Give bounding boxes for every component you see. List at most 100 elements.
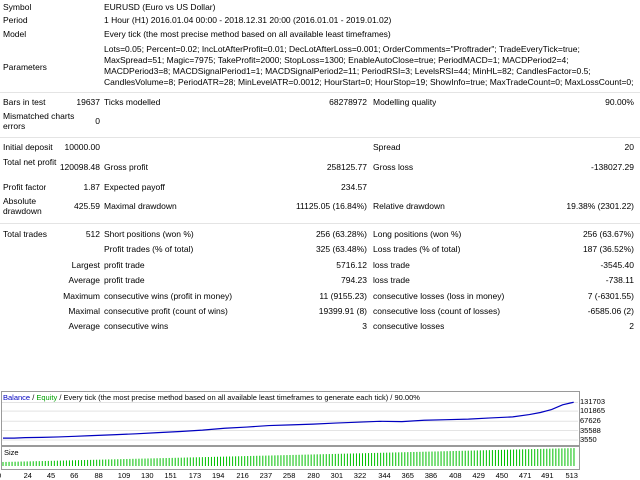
divider [0,92,640,93]
x-tick-label: 491 [541,471,554,480]
x-tick-label: 280 [307,471,320,480]
maximal-row: Maximal consecutive profit (count of win… [0,306,640,317]
period-row: Period 1 Hour (H1) 2016.01.04 00:00 - 20… [0,15,640,26]
x-tick-label: 0 [0,471,1,480]
x-tick-label: 301 [330,471,344,480]
symbol-value: EURUSD (Euro vs US Dollar) [104,2,216,12]
x-tick-label: 88 [94,471,103,480]
x-tick-label: 322 [353,471,367,480]
mq-label: Modelling quality [373,97,437,107]
mq-value: 90.00% [605,97,634,107]
average-loss-value: -738.11 [605,275,634,285]
deposit-row: Initial deposit 10000.00 Spread 20 [0,142,640,153]
average-profit-value: 794.23 [341,275,367,285]
mismatch-value: 0 [95,116,100,126]
max-wins-label: consecutive wins (profit in money) [104,291,233,301]
spread-label: Spread [373,142,401,152]
x-tick-label: 45 [46,471,56,480]
grossprofit-value: 258125.77 [326,162,367,172]
avg-consec-losses-label: consecutive losses [373,321,445,331]
ep-label: Expected payoff [104,182,165,192]
max-losses-value: 7 (-6301.55) [587,291,634,301]
parameters-value: Lots=0.05; Percent=0.02; IncLotAfterProf… [104,44,634,87]
x-tick-label: 258 [282,471,296,480]
period-label: Period [3,15,28,25]
x-tick-label: 109 [117,471,131,480]
y-tick-label: 35588 [580,425,601,435]
netprofit-value: 120098.48 [59,162,100,172]
x-tick-label: 173 [188,471,202,480]
average-profit-label: profit trade [104,275,145,285]
spread-value: 20 [624,142,634,152]
y-tick-label: 3550 [580,435,597,444]
symbol-label: Symbol [3,2,32,12]
x-tick-label: 408 [449,471,462,480]
ticks-label: Ticks modelled [104,97,161,107]
deposit-value: 10000.00 [64,142,100,152]
maximal-loss-label: consecutive loss (count of losses) [373,306,501,316]
x-tick-label: 151 [164,471,177,480]
netprofit-row: Total net profit 120098.48 Gross profit … [0,157,640,179]
max-wins-value: 11 (9155.23) [319,291,367,301]
maximal-profit-label: consecutive profit (count of wins) [104,306,228,316]
short-label: Short positions (won %) [104,229,194,239]
x-tick-label: 386 [424,471,438,480]
largest-loss-value: -3545.40 [600,260,634,270]
avg-consec-losses-value: 2 [629,321,634,331]
x-tick-label: 513 [565,471,578,480]
x-tick-label: 471 [518,471,532,480]
chart-svg [2,401,578,466]
y-tick-label: 67626 [580,416,601,426]
maxdd-label: Maximal drawdown [104,201,177,211]
x-tick-label: 237 [259,471,273,480]
bars-value: 19637 [76,97,100,107]
average-label: Average [68,275,100,285]
ptrades-value: 325 (63.48%) [315,244,367,254]
avg-consec-wins-value: 3 [362,321,367,331]
period-value: 1 Hour (H1) 2016.01.04 00:00 - 2018.12.3… [104,15,392,25]
ticks-value: 68278972 [329,97,367,107]
ltrades-label: Loss trades (% of total) [373,244,461,254]
pf-row: Profit factor 1.87 Expected payoff 234.5… [0,182,640,193]
largest-profit-value: 5716.12 [336,260,367,270]
model-label: Model [3,29,27,39]
ltrades-value: 187 (36.52%) [582,244,634,254]
avg-consec-row: Average consecutive wins 3 consecutive l… [0,321,640,332]
maxdd-value: 11125.05 (16.84%) [295,201,367,211]
model-value: Every tick (the most precise method base… [104,29,391,39]
ptrades-row: Profit trades (% of total) 325 (63.48%) … [0,244,640,255]
trades-row: Total trades 512 Short positions (won %)… [0,229,640,240]
grossloss-label: Gross loss [373,162,414,172]
avg-consec-wins-label: consecutive wins [104,321,169,331]
parameters-label: Parameters [3,62,47,72]
largest-row: Largest profit trade 5716.12 loss trade … [0,260,640,271]
model-row: Model Every tick (the most precise metho… [0,29,640,40]
grossloss-value: -138027.29 [590,162,634,172]
x-tick-label: 194 [211,471,225,480]
largest-loss-label: loss trade [373,260,410,270]
maximal-loss-value: -6585.06 (2) [587,306,634,316]
y-tick-label: 101865 [580,406,606,416]
x-tick-label: 365 [401,471,414,480]
ptrades-label: Profit trades (% of total) [104,244,194,254]
x-tick-label: 450 [495,471,509,480]
x-tick-label: 429 [472,471,485,480]
absdd-value: 425.59 [74,201,100,211]
divider [0,223,640,224]
dd-row: Absolute drawdown 425.59 Maximal drawdow… [0,196,640,218]
maximum-row: Maximum consecutive wins (profit in mone… [0,291,640,302]
x-tick-label: 216 [236,471,249,480]
max-losses-label: consecutive losses (loss in money) [373,291,505,301]
ep-value: 234.57 [341,182,367,192]
pf-value: 1.87 [83,182,100,192]
long-value: 256 (63.67%) [582,229,634,239]
x-tick-label: 130 [141,471,154,480]
maximal-profit-value: 19399.91 (8) [318,306,367,316]
x-tick-label: 24 [23,471,32,480]
long-label: Long positions (won %) [373,229,462,239]
short-value: 256 (63.28%) [315,229,367,239]
trades-value: 512 [85,229,100,239]
bars-row: Bars in test 19637 Ticks modelled 682789… [0,97,640,108]
largest-profit-label: profit trade [104,260,145,270]
avg-consec-label: Average [68,321,100,331]
